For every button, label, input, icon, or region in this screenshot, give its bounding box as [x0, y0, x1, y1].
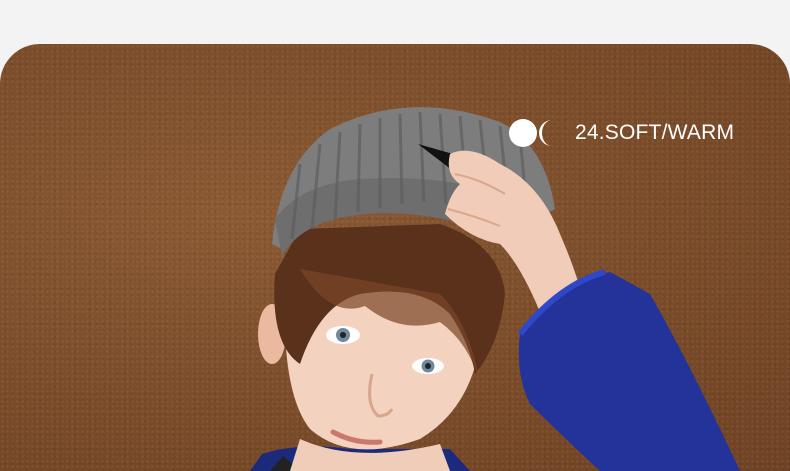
page: 24.SOFT/WARM [0, 0, 790, 471]
product-photo: 24.SOFT/WARM [0, 44, 790, 471]
feature-badge: 24.SOFT/WARM [508, 118, 734, 148]
badge-label: 24.SOFT/WARM [575, 121, 735, 144]
circle-crescent-icon [509, 119, 552, 147]
child-model-illustration [250, 107, 740, 471]
